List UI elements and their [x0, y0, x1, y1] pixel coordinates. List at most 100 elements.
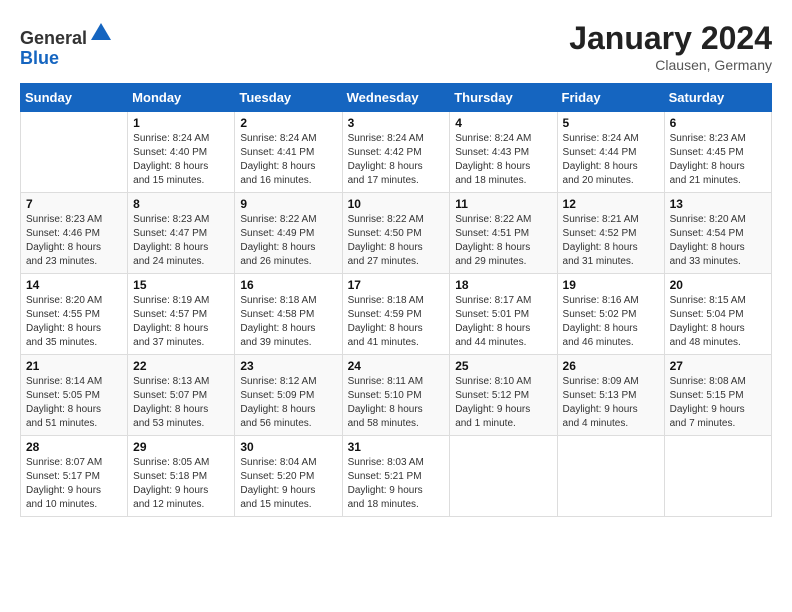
day-info: Sunrise: 8:03 AMSunset: 5:21 PMDaylight:… — [348, 456, 445, 512]
sunset: Sunset: 5:05 PM — [26, 389, 122, 403]
calendar-cell: 14Sunrise: 8:20 AMSunset: 4:55 PMDayligh… — [21, 274, 128, 355]
daylight-hours: Daylight: 8 hoursand 21 minutes. — [670, 160, 766, 188]
sunrise: Sunrise: 8:04 AM — [240, 456, 336, 470]
day-number: 13 — [670, 197, 766, 211]
sunrise: Sunrise: 8:18 AM — [348, 294, 445, 308]
calendar-cell: 16Sunrise: 8:18 AMSunset: 4:58 PMDayligh… — [235, 274, 342, 355]
weekday-header-row: SundayMondayTuesdayWednesdayThursdayFrid… — [21, 84, 772, 112]
logo-icon — [89, 20, 113, 44]
day-info: Sunrise: 8:24 AMSunset: 4:40 PMDaylight:… — [133, 132, 229, 188]
sunset: Sunset: 4:41 PM — [240, 146, 336, 160]
sunset: Sunset: 4:57 PM — [133, 308, 229, 322]
daylight-hours: Daylight: 8 hoursand 15 minutes. — [133, 160, 229, 188]
day-number: 15 — [133, 278, 229, 292]
sunrise: Sunrise: 8:14 AM — [26, 375, 122, 389]
daylight-hours: Daylight: 8 hoursand 23 minutes. — [26, 241, 122, 269]
calendar-cell: 23Sunrise: 8:12 AMSunset: 5:09 PMDayligh… — [235, 355, 342, 436]
calendar-cell: 20Sunrise: 8:15 AMSunset: 5:04 PMDayligh… — [664, 274, 771, 355]
sunrise: Sunrise: 8:05 AM — [133, 456, 229, 470]
weekday-header-tuesday: Tuesday — [235, 84, 342, 112]
sunrise: Sunrise: 8:23 AM — [133, 213, 229, 227]
day-number: 22 — [133, 359, 229, 373]
sunset: Sunset: 5:10 PM — [348, 389, 445, 403]
sunset: Sunset: 5:07 PM — [133, 389, 229, 403]
calendar-cell: 31Sunrise: 8:03 AMSunset: 5:21 PMDayligh… — [342, 436, 450, 517]
sunset: Sunset: 5:21 PM — [348, 470, 445, 484]
calendar-cell: 13 Sunrise: 8:20 AMSunset: 4:54 PMDayligh… — [664, 193, 771, 274]
sunset: Sunset: 5:04 PM — [670, 308, 766, 322]
sunset: Sunset: 4:55 PM — [26, 308, 122, 322]
day-number: 26 — [563, 359, 659, 373]
daylight-hours: Daylight: 9 hoursand 18 minutes. — [348, 484, 445, 512]
calendar-cell: 7 Sunrise: 8:23 AMSunset: 4:46 PMDaylight… — [21, 193, 128, 274]
weekday-header-wednesday: Wednesday — [342, 84, 450, 112]
day-info: Sunrise: 8:19 AMSunset: 4:57 PMDaylight:… — [133, 294, 229, 350]
sunrise: Sunrise: 8:08 AM — [670, 375, 766, 389]
calendar-cell: 2Sunrise: 8:24 AMSunset: 4:41 PMDaylight… — [235, 112, 342, 193]
calendar-cell: 15 Sunrise: 8:19 AMSunset: 4:57 PMDayligh… — [128, 274, 235, 355]
calendar-cell: 11Sunrise: 8:22 AMSunset: 4:51 PMDayligh… — [450, 193, 557, 274]
calendar-cell: 3Sunrise: 8:24 AMSunset: 4:42 PMDaylight… — [342, 112, 450, 193]
day-info: Sunrise: 8:24 AMSunset: 4:43 PMDaylight:… — [455, 132, 551, 188]
day-number: 6 — [670, 116, 766, 130]
day-info: Sunrise: 8:20 AMSunset: 4:54 PMDaylight:… — [670, 213, 766, 269]
day-info: Sunrise: 8:23 AMSunset: 4:46 PMDaylight:… — [26, 213, 122, 269]
sunset: Sunset: 4:44 PM — [563, 146, 659, 160]
day-number: 20 — [670, 278, 766, 292]
sunset: Sunset: 4:40 PM — [133, 146, 229, 160]
day-number: 2 — [240, 116, 336, 130]
title-block: January 2024 Clausen, Germany — [569, 20, 772, 73]
calendar-cell: 8Sunrise: 8:23 AMSunset: 4:47 PMDaylight… — [128, 193, 235, 274]
day-number: 16 — [240, 278, 336, 292]
sunrise: Sunrise: 8:18 AM — [240, 294, 336, 308]
week-row-4: 21Sunrise: 8:14 AMSunset: 5:05 PMDayligh… — [21, 355, 772, 436]
weekday-header-monday: Monday — [128, 84, 235, 112]
sunrise: Sunrise: 8:03 AM — [348, 456, 445, 470]
daylight-hours: Daylight: 8 hoursand 18 minutes. — [455, 160, 551, 188]
calendar-cell: 9Sunrise: 8:22 AMSunset: 4:49 PMDaylight… — [235, 193, 342, 274]
daylight-hours: Daylight: 8 hoursand 48 minutes. — [670, 322, 766, 350]
daylight-hours: Daylight: 8 hoursand 35 minutes. — [26, 322, 122, 350]
day-number: 29 — [133, 440, 229, 454]
sunrise: Sunrise: 8:23 AM — [670, 132, 766, 146]
daylight-hours: Daylight: 9 hoursand 1 minute. — [455, 403, 551, 431]
day-info: Sunrise: 8:13 AMSunset: 5:07 PMDaylight:… — [133, 375, 229, 431]
sunset: Sunset: 4:49 PM — [240, 227, 336, 241]
daylight-hours: Daylight: 8 hoursand 27 minutes. — [348, 241, 445, 269]
calendar-cell: 28Sunrise: 8:07 AMSunset: 5:17 PMDayligh… — [21, 436, 128, 517]
week-row-1: 1Sunrise: 8:24 AMSunset: 4:40 PMDaylight… — [21, 112, 772, 193]
calendar-cell: 18Sunrise: 8:17 AMSunset: 5:01 PMDayligh… — [450, 274, 557, 355]
day-info: Sunrise: 8:20 AMSunset: 4:55 PMDaylight:… — [26, 294, 122, 350]
week-row-5: 28Sunrise: 8:07 AMSunset: 5:17 PMDayligh… — [21, 436, 772, 517]
daylight-hours: Daylight: 8 hoursand 20 minutes. — [563, 160, 659, 188]
calendar-cell: 21Sunrise: 8:14 AMSunset: 5:05 PMDayligh… — [21, 355, 128, 436]
calendar-cell: 6Sunrise: 8:23 AMSunset: 4:45 PMDaylight… — [664, 112, 771, 193]
calendar-cell: 24Sunrise: 8:11 AMSunset: 5:10 PMDayligh… — [342, 355, 450, 436]
calendar-cell: 10Sunrise: 8:22 AMSunset: 4:50 PMDayligh… — [342, 193, 450, 274]
day-number: 12 — [563, 197, 659, 211]
sunrise: Sunrise: 8:09 AM — [563, 375, 659, 389]
day-number: 23 — [240, 359, 336, 373]
daylight-hours: Daylight: 8 hoursand 46 minutes. — [563, 322, 659, 350]
day-info: Sunrise: 8:22 AMSunset: 4:49 PMDaylight:… — [240, 213, 336, 269]
day-info: Sunrise: 8:04 AMSunset: 5:20 PMDaylight:… — [240, 456, 336, 512]
daylight-hours: Daylight: 8 hoursand 44 minutes. — [455, 322, 551, 350]
sunrise: Sunrise: 8:22 AM — [348, 213, 445, 227]
daylight-hours: Daylight: 8 hoursand 58 minutes. — [348, 403, 445, 431]
day-info: Sunrise: 8:10 AMSunset: 5:12 PMDaylight:… — [455, 375, 551, 431]
day-number: 7 — [26, 197, 122, 211]
weekday-header-thursday: Thursday — [450, 84, 557, 112]
day-number: 5 — [563, 116, 659, 130]
day-info: Sunrise: 8:22 AMSunset: 4:50 PMDaylight:… — [348, 213, 445, 269]
page-header: General Blue January 2024 Clausen, Germa… — [20, 20, 772, 73]
daylight-hours: Daylight: 8 hoursand 51 minutes. — [26, 403, 122, 431]
sunrise: Sunrise: 8:11 AM — [348, 375, 445, 389]
calendar-table: SundayMondayTuesdayWednesdayThursdayFrid… — [20, 83, 772, 517]
sunset: Sunset: 5:15 PM — [670, 389, 766, 403]
sunrise: Sunrise: 8:20 AM — [670, 213, 766, 227]
sunrise: Sunrise: 8:16 AM — [563, 294, 659, 308]
calendar-cell: 5Sunrise: 8:24 AMSunset: 4:44 PMDaylight… — [557, 112, 664, 193]
day-info: Sunrise: 8:09 AMSunset: 5:13 PMDaylight:… — [563, 375, 659, 431]
sunset: Sunset: 4:42 PM — [348, 146, 445, 160]
sunrise: Sunrise: 8:24 AM — [455, 132, 551, 146]
